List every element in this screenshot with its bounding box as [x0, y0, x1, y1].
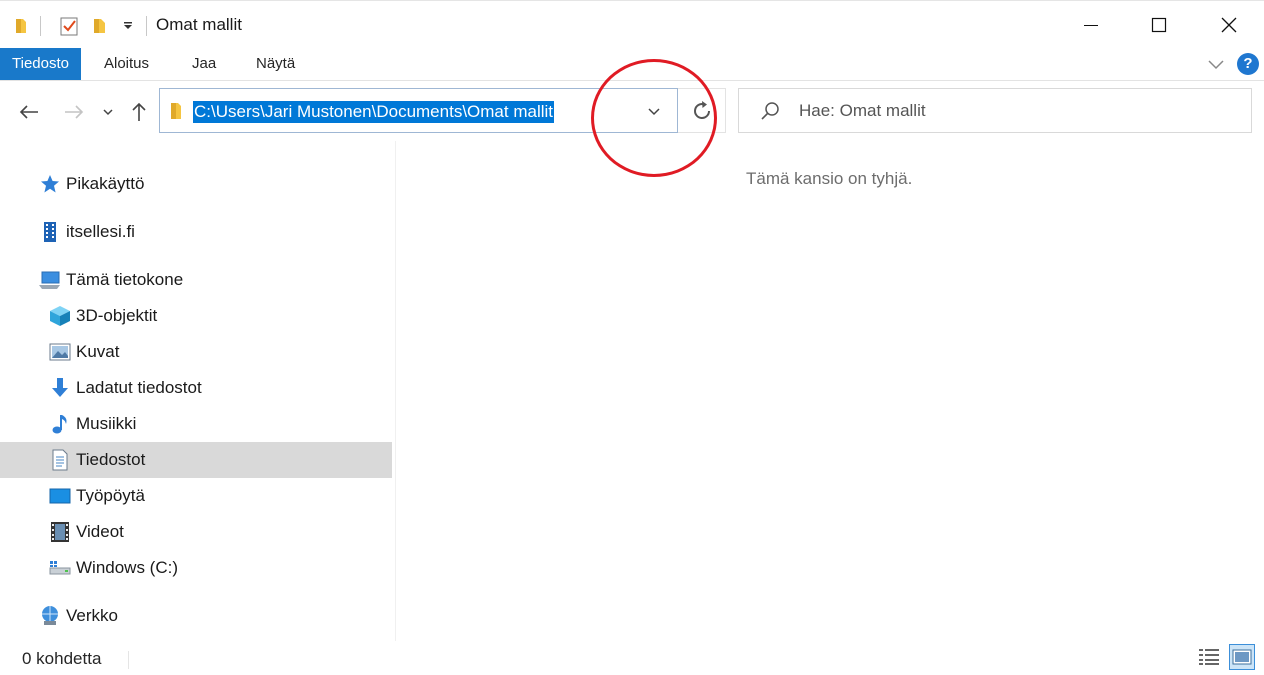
- sidebar-item-label: Tiedostot: [76, 450, 146, 469]
- minimize-icon: [1084, 24, 1098, 26]
- details-view-icon: [1199, 649, 1219, 665]
- large-icons-view-button[interactable]: [1229, 644, 1255, 670]
- status-divider: [128, 651, 129, 669]
- arrow-left-icon: [19, 105, 38, 119]
- computer-icon: [38, 268, 62, 292]
- sidebar-item-label: Verkko: [66, 606, 118, 625]
- sidebar-item-videos[interactable]: Videot: [0, 514, 392, 550]
- forward-button[interactable]: [59, 93, 89, 131]
- title-bar: Omat mallit: [0, 1, 1264, 48]
- item-count: 0 kohdetta: [22, 649, 102, 668]
- sidebar-item-label: itsellesi.fi: [66, 222, 135, 241]
- help-button[interactable]: ?: [1237, 53, 1259, 75]
- sidebar-item-downloads[interactable]: Ladatut tiedostot: [0, 370, 392, 406]
- pictures-icon: [48, 340, 72, 364]
- sidebar-item-quick-access[interactable]: Pikakäyttö: [0, 166, 392, 202]
- network-icon: [38, 604, 62, 628]
- file-explorer-window: Omat mallit Tiedosto Aloitus Jaa Näytä ?: [0, 0, 1264, 675]
- music-icon: [48, 412, 72, 436]
- folder-icon: [10, 13, 32, 39]
- cube-icon: [48, 304, 72, 328]
- sidebar-item-label: Pikakäyttö: [66, 174, 145, 193]
- sidebar-item-network[interactable]: Verkko: [0, 598, 392, 634]
- arrow-up-icon: [132, 102, 146, 121]
- close-button[interactable]: [1206, 1, 1252, 48]
- window-title: Omat mallit: [156, 15, 242, 34]
- desktop-icon: [48, 484, 72, 508]
- folder-icon: [168, 101, 184, 126]
- address-dropdown-button[interactable]: [640, 101, 668, 123]
- new-folder-icon[interactable]: [88, 13, 112, 39]
- sidebar-item-label: Musiikki: [76, 414, 137, 433]
- back-button[interactable]: [14, 93, 44, 131]
- sidebar-item-music[interactable]: Musiikki: [0, 406, 392, 442]
- search-box[interactable]: [738, 88, 1252, 133]
- drive-icon: [48, 556, 72, 580]
- chevron-down-icon: [1208, 60, 1224, 70]
- customize-dropdown-icon[interactable]: [118, 13, 138, 39]
- arrow-right-icon: [65, 105, 84, 119]
- sidebar-item-desktop[interactable]: Työpöytä: [0, 478, 392, 514]
- expand-ribbon-button[interactable]: [1204, 54, 1228, 74]
- documents-icon: [48, 448, 72, 472]
- sidebar-item-label: Tämä tietokone: [66, 270, 184, 289]
- tab-share[interactable]: Jaa: [180, 48, 228, 80]
- building-icon: [38, 220, 62, 244]
- properties-icon[interactable]: [56, 13, 82, 39]
- tab-view[interactable]: Näytä: [244, 48, 307, 80]
- sidebar-item-label: Windows (C:): [76, 558, 179, 577]
- sidebar-item-label: Työpöytä: [76, 486, 145, 505]
- maximize-button[interactable]: [1136, 1, 1182, 48]
- star-icon: [38, 172, 62, 196]
- minimize-button[interactable]: [1068, 1, 1114, 48]
- sidebar-item-label: Ladatut tiedostot: [76, 378, 202, 397]
- refresh-button[interactable]: [678, 88, 726, 133]
- search-input[interactable]: [799, 99, 1219, 123]
- chevron-down-icon: [648, 108, 660, 116]
- sidebar-item-itsellesi[interactable]: itsellesi.fi: [0, 214, 392, 250]
- recent-locations-button[interactable]: [96, 93, 120, 131]
- video-icon: [48, 520, 72, 544]
- toolbar-divider: [40, 16, 41, 36]
- sidebar-item-label: 3D-objektit: [76, 306, 158, 325]
- up-button[interactable]: [124, 93, 154, 131]
- toolbar-divider: [146, 16, 147, 36]
- chevron-down-icon: [103, 109, 113, 116]
- details-view-button[interactable]: [1196, 644, 1222, 670]
- tab-file[interactable]: Tiedosto: [0, 48, 81, 80]
- tab-home[interactable]: Aloitus: [92, 48, 161, 80]
- sidebar-item-label: Kuvat: [76, 342, 120, 361]
- sidebar-item-3d-objects[interactable]: 3D-objektit: [0, 298, 392, 334]
- sidebar-item-label: Videot: [76, 522, 124, 541]
- address-path[interactable]: C:\Users\Jari Mustonen\Documents\Omat ma…: [193, 101, 554, 123]
- maximize-icon: [1151, 17, 1167, 32]
- refresh-icon: [693, 100, 710, 119]
- download-icon: [48, 376, 72, 400]
- large-icons-view-icon: [1232, 649, 1252, 665]
- address-bar[interactable]: C:\Users\Jari Mustonen\Documents\Omat ma…: [159, 88, 678, 133]
- ribbon-tabs: Tiedosto Aloitus Jaa Näytä ?: [0, 48, 1264, 81]
- search-icon: [759, 100, 781, 127]
- sidebar-item-windows-c[interactable]: Windows (C:): [0, 550, 392, 586]
- sidebar-item-this-pc[interactable]: Tämä tietokone: [0, 262, 392, 298]
- empty-folder-message: Tämä kansio on tyhjä.: [746, 169, 913, 188]
- close-icon: [1221, 17, 1237, 32]
- navigation-pane: Pikakäyttö itsellesi.fi Tämä tietokone 3…: [0, 141, 396, 641]
- sidebar-item-pictures[interactable]: Kuvat: [0, 334, 392, 370]
- sidebar-item-documents[interactable]: Tiedostot: [0, 442, 392, 478]
